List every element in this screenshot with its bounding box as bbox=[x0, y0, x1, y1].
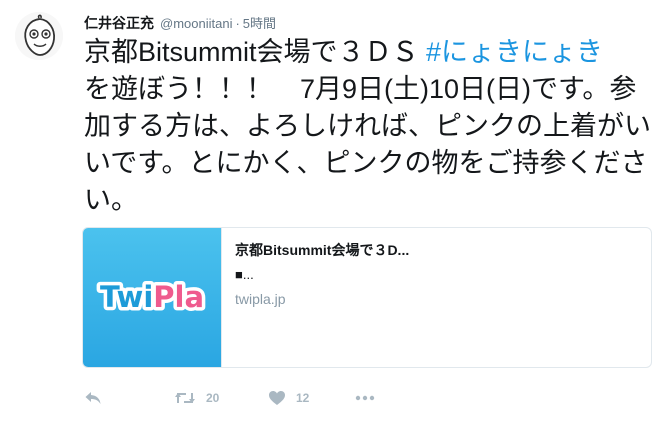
more-icon bbox=[355, 395, 375, 401]
tweet-text-part-1: 京都Bitsummit会場で３ＤＳ bbox=[84, 37, 427, 67]
card-title[interactable]: 京都Bitsummit会場で３D... bbox=[235, 240, 635, 260]
avatar-doodle-icon bbox=[15, 12, 63, 60]
twipla-logo: TwiPla TwiPla bbox=[96, 277, 207, 318]
reply-button[interactable] bbox=[84, 388, 102, 408]
link-card[interactable]: TwiPla TwiPla 京都Bitsummit会場で３D... ■... t… bbox=[82, 227, 652, 368]
user-handle[interactable]: @mooniitani bbox=[160, 16, 232, 31]
tweet[interactable]: 仁井谷正充 @mooniitani · 5時間 京都Bitsummit会場で３Ｄ… bbox=[0, 0, 667, 425]
card-domain: twipla.jp bbox=[235, 291, 286, 307]
retweet-button[interactable]: 20 bbox=[174, 388, 219, 408]
separator-dot: · bbox=[235, 16, 240, 31]
logo-text-twi: Twi bbox=[100, 280, 153, 314]
heart-icon bbox=[269, 391, 285, 405]
retweet-count: 20 bbox=[206, 391, 220, 405]
like-button[interactable]: 12 bbox=[268, 388, 309, 408]
timestamp[interactable]: 5時間 bbox=[243, 13, 276, 32]
like-count: 12 bbox=[296, 391, 310, 405]
tweet-actions: 20 12 bbox=[84, 388, 584, 408]
svg-text:TwiPla: TwiPla bbox=[100, 280, 204, 314]
card-description: ■... bbox=[235, 267, 254, 282]
logo-text-pla: Pla bbox=[153, 280, 204, 314]
card-image: TwiPla TwiPla bbox=[83, 228, 222, 367]
retweet-icon bbox=[175, 393, 195, 403]
reply-icon bbox=[85, 392, 101, 404]
tweet-text: 京都Bitsummit会場で３ＤＳ #にょきにょき を遊ぼう！！！ 7月9日(土… bbox=[84, 34, 654, 219]
tweet-header: 仁井谷正充 @mooniitani · 5時間 bbox=[84, 13, 276, 33]
hashtag-link[interactable]: #にょきにょき bbox=[426, 37, 603, 67]
display-name[interactable]: 仁井谷正充 bbox=[84, 13, 154, 33]
more-button[interactable] bbox=[354, 388, 376, 408]
avatar[interactable] bbox=[15, 12, 63, 60]
